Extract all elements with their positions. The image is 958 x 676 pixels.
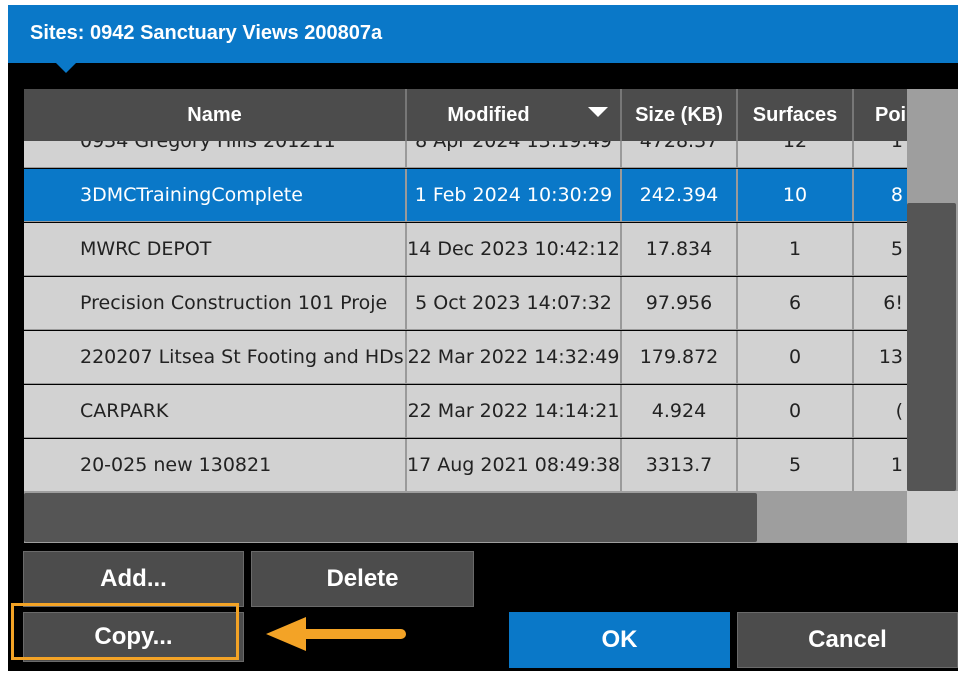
table-row[interactable]: MWRC DEPOT 14 Dec 2023 10:42:12 17.834 1…	[24, 223, 907, 277]
horizontal-scrollbar-thumb[interactable]	[24, 493, 757, 542]
column-header-modified[interactable]: Modified	[407, 89, 622, 141]
column-header-points[interactable]: Poi	[854, 89, 907, 141]
column-header-name[interactable]: Name	[24, 89, 407, 141]
cell-name: 220207 Litsea St Footing and HDs	[24, 331, 407, 384]
cell-surfaces: 0	[738, 385, 854, 438]
table-row[interactable]: 220207 Litsea St Footing and HDs 22 Mar …	[24, 331, 907, 385]
cell-name: 3DMCTrainingComplete	[24, 169, 407, 222]
sites-table: 0934 Gregory Hills 201211 8 Apr 2024 13:…	[24, 141, 907, 493]
table-row[interactable]: 0934 Gregory Hills 201211 8 Apr 2024 13:…	[24, 141, 907, 169]
cell-size: 242.394	[622, 169, 738, 222]
cell-name: 20-025 new 130821	[24, 439, 407, 492]
cell-modified: 5 Oct 2023 14:07:32	[407, 277, 622, 330]
cell-name: MWRC DEPOT	[24, 223, 407, 276]
cell-size: 17.834	[622, 223, 738, 276]
arrow-left-icon	[266, 617, 306, 651]
cell-points: 8	[854, 169, 907, 222]
cell-modified: 8 Apr 2024 13:19:49	[407, 141, 622, 168]
cell-modified: 17 Aug 2021 08:49:38	[407, 439, 622, 492]
table-row[interactable]: CARPARK 22 Mar 2022 14:14:21 4.924 0 (	[24, 385, 907, 439]
cell-surfaces: 12	[738, 141, 854, 168]
table-row[interactable]: 20-025 new 130821 17 Aug 2021 08:49:38 3…	[24, 439, 907, 493]
sort-descending-icon	[588, 107, 608, 117]
cancel-button[interactable]: Cancel	[737, 612, 958, 668]
title-bar: Sites: 0942 Sanctuary Views 200807a	[8, 5, 958, 63]
title-pointer-notch	[56, 63, 76, 73]
cell-modified: 14 Dec 2023 10:42:12	[407, 223, 622, 276]
sites-dialog: Sites: 0942 Sanctuary Views 200807a Name…	[8, 5, 958, 671]
cell-size: 4.924	[622, 385, 738, 438]
cell-name: CARPARK	[24, 385, 407, 438]
cell-points: 6!	[854, 277, 907, 330]
cell-size: 4728.37	[622, 141, 738, 168]
cell-name: Precision Construction 101 Proje	[24, 277, 407, 330]
cell-points: 13	[854, 331, 907, 384]
delete-button[interactable]: Delete	[251, 551, 474, 607]
column-header-surfaces[interactable]: Surfaces	[738, 89, 854, 141]
cell-modified: 22 Mar 2022 14:14:21	[407, 385, 622, 438]
cell-points: 1	[854, 141, 907, 168]
cell-points: 5	[854, 223, 907, 276]
column-header-modified-label: Modified	[447, 103, 530, 126]
dialog-title: Sites: 0942 Sanctuary Views 200807a	[30, 22, 383, 44]
vertical-scrollbar-thumb[interactable]	[907, 203, 956, 491]
cell-points: (	[854, 385, 907, 438]
table-row-selected[interactable]: 3DMCTrainingComplete 1 Feb 2024 10:30:29…	[24, 169, 907, 223]
cell-size: 3313.7	[622, 439, 738, 492]
cell-points: 1	[854, 439, 907, 492]
cell-modified: 22 Mar 2022 14:32:49	[407, 331, 622, 384]
cell-surfaces: 6	[738, 277, 854, 330]
cell-surfaces: 10	[738, 169, 854, 222]
ok-button[interactable]: OK	[509, 612, 730, 668]
cell-size: 179.872	[622, 331, 738, 384]
table-row[interactable]: Precision Construction 101 Proje 5 Oct 2…	[24, 277, 907, 331]
scrollbar-corner	[907, 491, 958, 543]
copy-button-highlight	[11, 603, 239, 660]
cell-surfaces: 1	[738, 223, 854, 276]
cell-surfaces: 5	[738, 439, 854, 492]
callout-arrow-shaft	[300, 629, 406, 639]
cell-name: 0934 Gregory Hills 201211	[24, 141, 407, 168]
cell-size: 97.956	[622, 277, 738, 330]
cell-modified: 1 Feb 2024 10:30:29	[407, 169, 622, 222]
column-header-size[interactable]: Size (KB)	[622, 89, 738, 141]
cell-surfaces: 0	[738, 331, 854, 384]
add-button[interactable]: Add...	[23, 551, 244, 607]
